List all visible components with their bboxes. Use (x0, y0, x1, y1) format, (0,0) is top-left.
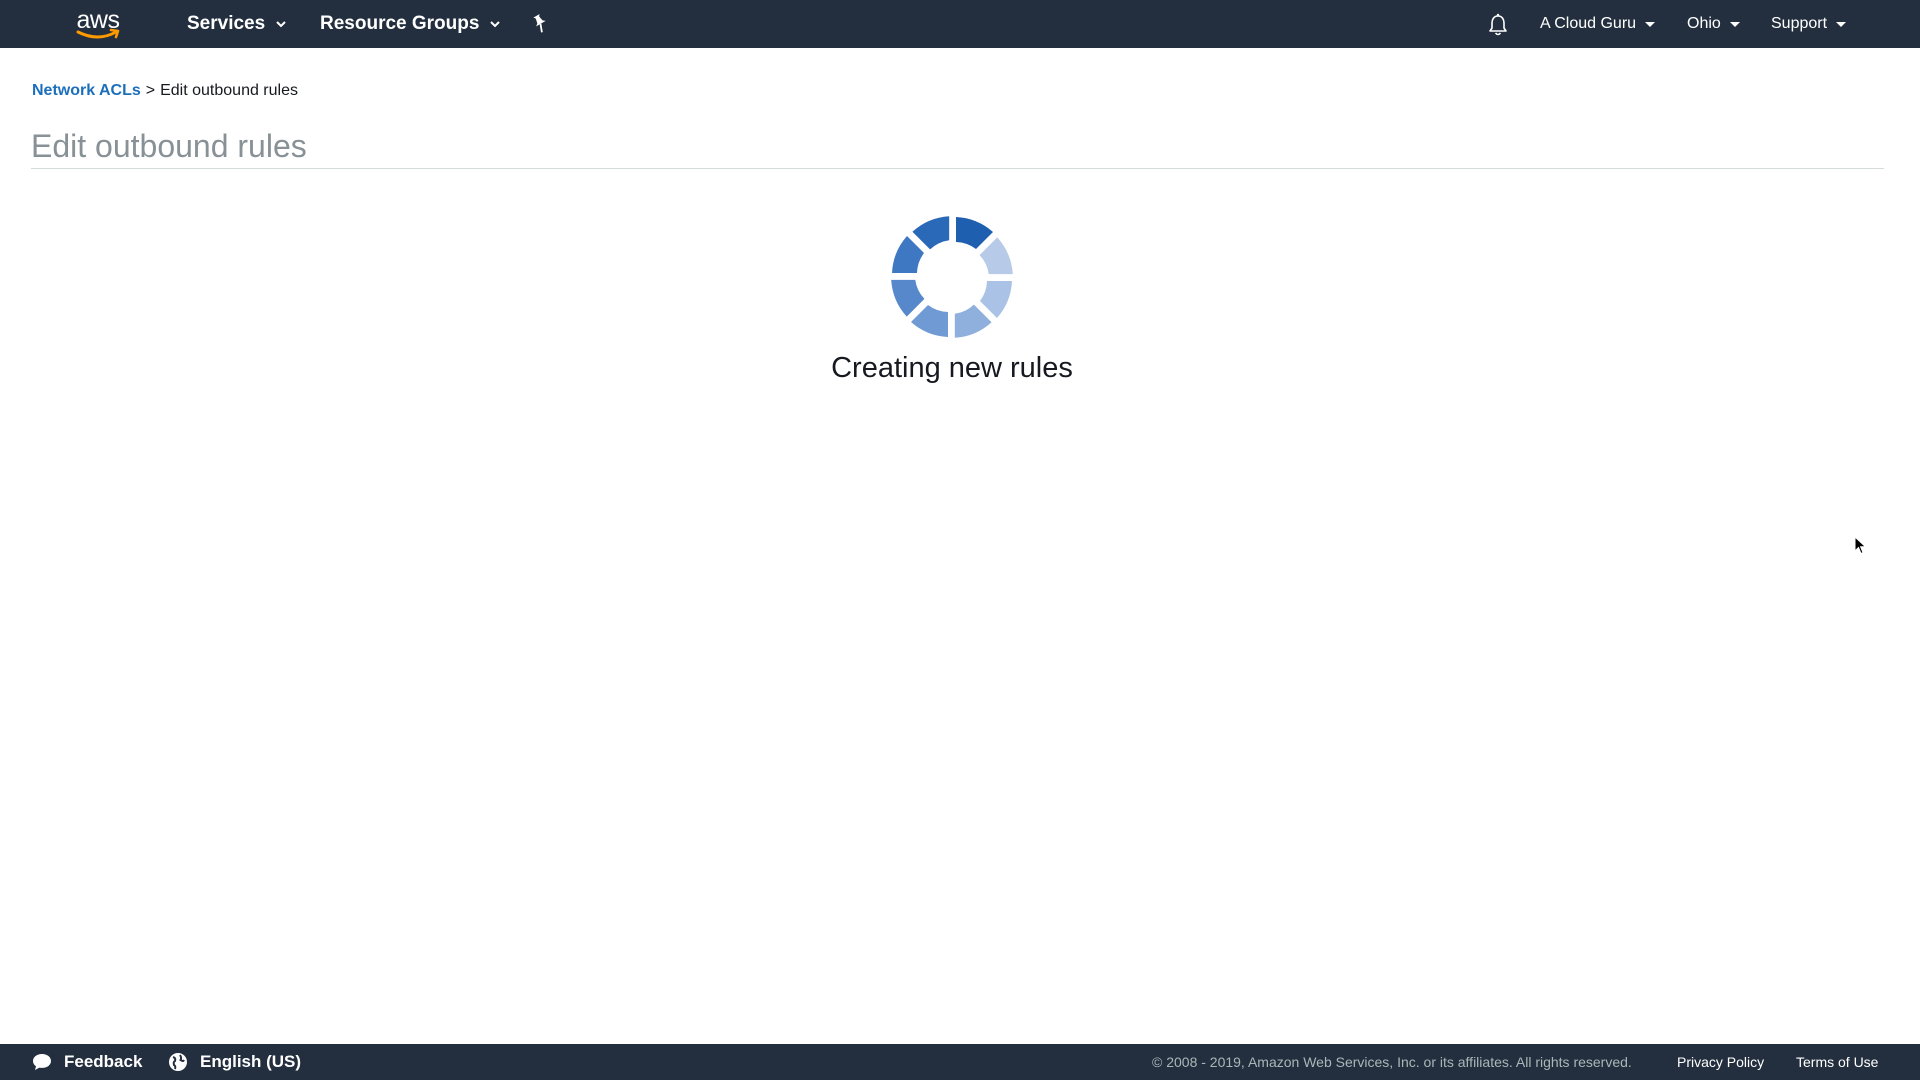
feedback-button[interactable]: Feedback (32, 1044, 142, 1080)
feedback-label: Feedback (64, 1052, 143, 1071)
top-navigation-bar: aws Services Resource Groups A Cloud Gur… (0, 0, 1920, 48)
region-menu[interactable]: Ohio (1687, 0, 1740, 48)
support-label: Support (1771, 15, 1828, 32)
page-title: Edit outbound rules (31, 128, 307, 164)
privacy-policy-link[interactable]: Privacy Policy (1677, 1044, 1764, 1080)
services-menu[interactable]: Services (187, 0, 287, 48)
breadcrumb-current: Edit outbound rules (160, 82, 298, 99)
footer-bar: Feedback English (US) © 2008 - 2019, Ama… (0, 1044, 1920, 1080)
copyright-text: © 2008 - 2019, Amazon Web Services, Inc.… (1152, 1054, 1632, 1070)
caret-down-icon (1645, 21, 1656, 27)
terms-of-use-link[interactable]: Terms of Use (1796, 1044, 1878, 1080)
aws-logo[interactable]: aws (72, 4, 124, 44)
resource-groups-menu[interactable]: Resource Groups (320, 0, 501, 48)
breadcrumb-network-acls-link[interactable]: Network ACLs (32, 82, 141, 99)
language-selector[interactable]: English (US) (168, 1044, 301, 1080)
chevron-down-icon (276, 21, 286, 28)
chevron-down-icon (490, 21, 501, 28)
support-menu[interactable]: Support (1771, 0, 1847, 48)
notifications-bell-icon[interactable] (1487, 13, 1509, 37)
pin-icon[interactable] (530, 13, 550, 35)
region-label: Ohio (1687, 15, 1721, 32)
caret-down-icon (1836, 21, 1847, 27)
breadcrumb: Network ACLs > Edit outbound rules (32, 82, 298, 100)
language-label: English (US) (200, 1052, 302, 1071)
terms-of-use-label: Terms of Use (1796, 1054, 1879, 1070)
copyright-notice: © 2008 - 2019, Amazon Web Services, Inc.… (1152, 1044, 1632, 1080)
caret-down-icon (1729, 21, 1740, 27)
account-label: A Cloud Guru (1540, 15, 1637, 32)
breadcrumb-separator: > (145, 82, 156, 99)
globe-icon (169, 1053, 187, 1071)
loading-spinner-icon (891, 216, 1013, 338)
aws-smile-icon (76, 28, 120, 39)
title-divider (31, 168, 1884, 169)
account-menu[interactable]: A Cloud Guru (1540, 0, 1656, 48)
privacy-policy-label: Privacy Policy (1677, 1054, 1765, 1070)
speech-bubble-icon (33, 1054, 51, 1070)
resource-groups-label: Resource Groups (320, 13, 480, 34)
mouse-pointer-icon (1854, 536, 1867, 555)
loading-message: Creating new rules (831, 352, 1073, 384)
services-label: Services (187, 13, 266, 34)
